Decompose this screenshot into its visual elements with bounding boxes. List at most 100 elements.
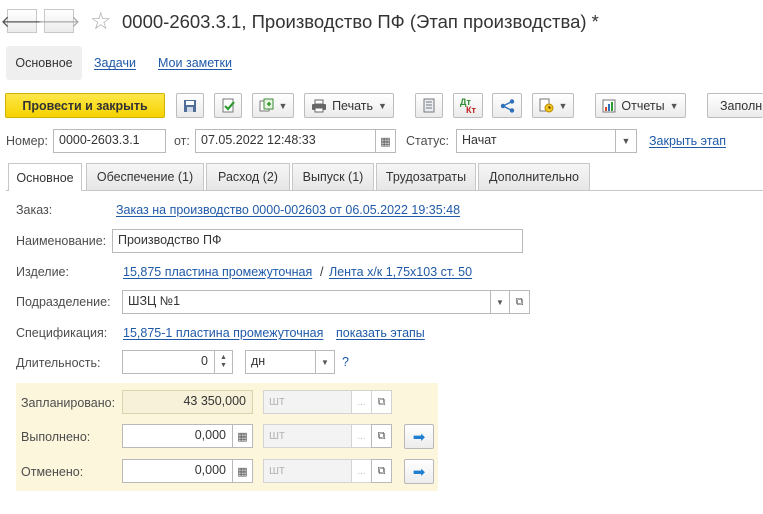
- post-and-close-button[interactable]: Провести и закрыть: [5, 93, 165, 118]
- ellipsis-icon: ...: [357, 465, 366, 477]
- open-form-icon: ⧉: [377, 395, 386, 408]
- cancelled-calculator-button[interactable]: ▦: [232, 459, 253, 483]
- forward-button[interactable]: 🡒: [38, 9, 80, 33]
- spin-up-icon: ▲: [220, 354, 227, 361]
- date-picker-button[interactable]: ▦: [375, 129, 396, 153]
- cancelled-unit-open-button[interactable]: ⧉: [371, 459, 392, 483]
- dt-kt-button[interactable]: Дт Кт: [453, 93, 483, 118]
- department-label: Подразделение:: [16, 295, 111, 309]
- post-document-icon: [222, 98, 235, 113]
- fill-button[interactable]: Заполн: [707, 93, 763, 118]
- spec-link[interactable]: 15,875-1 пластина промежуточная: [123, 326, 323, 340]
- chevron-down-icon: ▼: [621, 136, 631, 146]
- document-clock-icon: [539, 98, 554, 113]
- status-select[interactable]: Начат: [456, 129, 616, 153]
- tab-labor[interactable]: Трудозатраты: [376, 163, 476, 190]
- open-form-icon: ⧉: [515, 295, 524, 308]
- department-input[interactable]: ШЗЦ №1: [122, 290, 491, 314]
- tab-divider: [6, 190, 763, 191]
- close-stage-link[interactable]: Закрыть этап: [649, 134, 726, 148]
- report-chart-icon: [602, 99, 616, 112]
- back-button[interactable]: 🡐: [1, 9, 43, 33]
- cancelled-fill-button[interactable]: ➡: [404, 459, 434, 484]
- name-label: Наименование:: [16, 234, 107, 248]
- order-label: Заказ:: [16, 203, 53, 217]
- department-dropdown-button[interactable]: ▼: [490, 290, 510, 314]
- nav-notes-link[interactable]: Мои заметки: [158, 56, 232, 70]
- product-separator: /: [320, 265, 324, 279]
- dropdown-caret-icon: ▼: [558, 100, 568, 111]
- arrow-right-icon: 🡒: [37, 13, 81, 31]
- nav-main[interactable]: Основное: [6, 46, 82, 80]
- calendar-icon: ▦: [380, 135, 391, 148]
- post-button[interactable]: [214, 93, 242, 118]
- status-dropdown-button[interactable]: ▼: [615, 129, 637, 153]
- product-characteristic-link[interactable]: Лента х/к 1,75х103 ст. 50: [329, 265, 472, 279]
- done-input[interactable]: 0,000: [122, 424, 233, 448]
- print-button[interactable]: Печать ▼: [304, 93, 394, 118]
- help-icon[interactable]: ?: [342, 355, 349, 369]
- done-fill-button[interactable]: ➡: [404, 424, 434, 449]
- arrow-right-icon: ➡: [412, 428, 426, 446]
- date-label: от:: [174, 134, 190, 148]
- calculator-icon: ▦: [237, 465, 248, 478]
- date-input[interactable]: 07.05.2022 12:48:33: [195, 129, 376, 153]
- floppy-disk-icon: [184, 99, 196, 112]
- print-label: Печать: [332, 98, 374, 113]
- save-button[interactable]: [176, 93, 204, 118]
- list-icon: [423, 98, 435, 113]
- printer-icon: [312, 99, 327, 112]
- duration-unit-select[interactable]: дн: [245, 350, 316, 374]
- tab-supply[interactable]: Обеспечение (1): [86, 163, 204, 190]
- open-form-icon: ⧉: [377, 464, 386, 477]
- reports-button[interactable]: Отчеты ▼: [595, 93, 686, 118]
- window-title: 0000-2603.3.1, Производство ПФ (Этап про…: [122, 11, 599, 32]
- list-button[interactable]: [415, 93, 443, 118]
- dropdown-caret-icon: ▼: [278, 100, 288, 111]
- structure-button[interactable]: [492, 93, 522, 118]
- department-open-button[interactable]: ⧉: [509, 290, 530, 314]
- tab-output[interactable]: Выпуск (1): [292, 163, 374, 190]
- done-label: Выполнено:: [21, 430, 91, 444]
- spin-down-icon: ▼: [220, 362, 227, 369]
- dropdown-caret-icon: ▼: [669, 100, 679, 111]
- chevron-down-icon: ▼: [321, 357, 329, 367]
- cancelled-input[interactable]: 0,000: [122, 459, 233, 483]
- planned-unit-select-button: ...: [351, 390, 372, 414]
- planned-unit: шт: [263, 390, 352, 414]
- planned-value: 43 350,000: [122, 390, 253, 414]
- done-calculator-button[interactable]: ▦: [232, 424, 253, 448]
- product-link[interactable]: 15,875 пластина промежуточная: [123, 265, 312, 279]
- order-link[interactable]: Заказ на производство 0000-002603 от 06.…: [116, 203, 460, 217]
- duration-input[interactable]: 0: [122, 350, 215, 374]
- name-input[interactable]: Производство ПФ: [112, 229, 523, 253]
- favorite-star-icon[interactable]: ☆: [90, 7, 112, 36]
- done-unit: шт: [263, 424, 352, 448]
- open-form-icon: ⧉: [377, 429, 386, 442]
- cancelled-label: Отменено:: [21, 465, 84, 479]
- dropdown-caret-icon: ▼: [378, 100, 387, 111]
- tab-main[interactable]: Основное: [8, 163, 82, 191]
- create-based-on-button[interactable]: ▼: [252, 93, 294, 118]
- tab-additional[interactable]: Дополнительно: [478, 163, 590, 190]
- calculator-icon: ▦: [237, 430, 248, 443]
- done-unit-open-button[interactable]: ⧉: [371, 424, 392, 448]
- duration-label: Длительность:: [16, 356, 101, 370]
- tab-consumption[interactable]: Расход (2): [206, 163, 290, 190]
- number-label: Номер:: [6, 134, 48, 148]
- nav-tasks-link[interactable]: Задачи: [94, 56, 136, 70]
- attachments-button[interactable]: ▼: [532, 93, 574, 118]
- status-label: Статус:: [406, 134, 449, 148]
- number-input[interactable]: 0000-2603.3.1: [53, 129, 166, 153]
- dt-kt-icon: Дт Кт: [460, 96, 476, 115]
- arrow-right-icon: ➡: [412, 463, 426, 481]
- duration-spinner[interactable]: ▲ ▼: [214, 350, 233, 374]
- chevron-down-icon: ▼: [496, 297, 504, 307]
- ellipsis-icon: ...: [357, 430, 366, 442]
- ellipsis-icon: ...: [357, 396, 366, 408]
- show-stages-link[interactable]: показать этапы: [336, 326, 425, 340]
- hierarchy-icon: [500, 98, 514, 113]
- cancelled-unit: шт: [263, 459, 352, 483]
- spec-label: Спецификация:: [16, 326, 108, 340]
- duration-unit-dropdown-button[interactable]: ▼: [315, 350, 335, 374]
